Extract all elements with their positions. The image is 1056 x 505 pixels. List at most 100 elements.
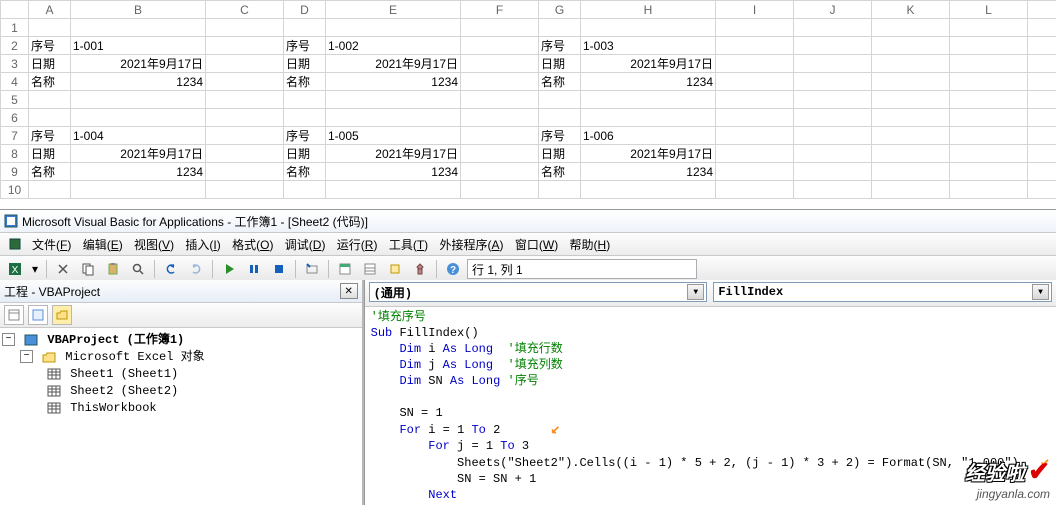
cell[interactable]: 1234 [581,73,716,91]
row-header[interactable]: 6 [1,109,29,127]
cell[interactable]: 日期 [539,55,581,73]
cell[interactable]: 序号 [539,37,581,55]
column-header[interactable]: K [872,1,950,19]
cell[interactable] [872,73,950,91]
menu-r[interactable]: 运行(R) [333,236,385,254]
tree-item-sheet1[interactable]: Sheet1 (Sheet1) [2,366,360,383]
column-header[interactable]: J [794,1,872,19]
row-header[interactable]: 1 [1,19,29,37]
cell[interactable]: 1234 [71,163,206,181]
column-header[interactable]: E [326,1,461,19]
column-header[interactable]: B [71,1,206,19]
cell[interactable] [1028,37,1056,55]
cell[interactable] [29,19,71,37]
cell[interactable]: 1-005 [326,127,461,145]
close-icon[interactable]: ✕ [340,283,358,299]
cell[interactable] [872,163,950,181]
cell[interactable] [326,181,461,199]
cell[interactable] [872,55,950,73]
cell[interactable]: 序号 [29,37,71,55]
cut-icon[interactable] [52,258,74,280]
cell[interactable]: 2021年9月17日 [326,145,461,163]
cell[interactable] [872,91,950,109]
column-header[interactable]: G [539,1,581,19]
row-header[interactable]: 10 [1,181,29,199]
cell[interactable] [716,181,794,199]
undo-icon[interactable] [160,258,182,280]
code-pane[interactable]: (通用) ▼ FillIndex ▼ '填充序号 Sub FillIndex()… [364,280,1056,505]
cell[interactable] [1028,145,1056,163]
cell[interactable] [794,127,872,145]
cell[interactable] [1028,163,1056,181]
cell[interactable] [581,181,716,199]
row-header[interactable]: 4 [1,73,29,91]
design-mode-icon[interactable] [301,258,323,280]
help-icon[interactable]: ? [442,258,464,280]
cell[interactable] [794,73,872,91]
cell[interactable] [1028,73,1056,91]
menu-i[interactable]: 插入(I) [181,236,228,254]
cell[interactable] [872,109,950,127]
cell[interactable] [950,163,1028,181]
cell[interactable]: 1-003 [581,37,716,55]
run-icon[interactable] [218,258,240,280]
cell[interactable]: 1234 [581,163,716,181]
cell[interactable] [461,163,539,181]
row-header[interactable]: 5 [1,91,29,109]
row-header[interactable]: 7 [1,127,29,145]
cell[interactable]: 日期 [539,145,581,163]
cell[interactable] [950,91,1028,109]
cell[interactable] [716,127,794,145]
properties-icon[interactable] [359,258,381,280]
find-icon[interactable] [127,258,149,280]
menu-w[interactable]: 窗口(W) [511,236,566,254]
column-header[interactable]: L [950,1,1028,19]
cell[interactable] [461,91,539,109]
menu-h[interactable]: 帮助(H) [566,236,615,254]
cell[interactable] [950,181,1028,199]
cell[interactable] [716,73,794,91]
cell[interactable] [950,109,1028,127]
cell[interactable] [326,109,461,127]
cell[interactable] [206,163,284,181]
cell[interactable]: 2021年9月17日 [71,145,206,163]
cell[interactable]: 1234 [326,163,461,181]
cell[interactable] [284,91,326,109]
cell[interactable] [284,19,326,37]
cell[interactable]: 2021年9月17日 [581,55,716,73]
cell[interactable] [872,127,950,145]
cell[interactable] [794,145,872,163]
cell[interactable]: 日期 [29,145,71,163]
cell[interactable] [716,91,794,109]
cell[interactable]: 名称 [29,163,71,181]
tree-folder[interactable]: − Microsoft Excel 对象 [2,349,360,366]
cell[interactable]: 序号 [539,127,581,145]
cell[interactable] [539,91,581,109]
cell[interactable] [29,181,71,199]
cell[interactable] [71,91,206,109]
cell[interactable] [539,19,581,37]
cell[interactable]: 名称 [284,73,326,91]
tree-item-sheet2[interactable]: Sheet2 (Sheet2) [2,383,360,400]
vba-toolbar[interactable]: X ▾ ? 行 1, 列 1 [0,256,1056,283]
cell[interactable]: 名称 [29,73,71,91]
cell[interactable] [1028,19,1056,37]
cell[interactable] [326,19,461,37]
cell[interactable] [71,19,206,37]
menu-f[interactable]: 文件(F) [28,236,79,254]
column-header[interactable]: M [1028,1,1056,19]
menu-d[interactable]: 调试(D) [281,236,333,254]
cell[interactable]: 1234 [71,73,206,91]
select-all-corner[interactable] [1,1,29,19]
redo-icon[interactable] [185,258,207,280]
cell[interactable] [794,109,872,127]
cell[interactable] [716,55,794,73]
row-header[interactable]: 9 [1,163,29,181]
tree-item-thisworkbook[interactable]: ThisWorkbook [2,400,360,417]
collapse-icon[interactable]: − [20,350,33,363]
vba-system-icon[interactable] [4,233,26,255]
reset-icon[interactable] [268,258,290,280]
spreadsheet-grid[interactable]: ABCDEFGHIJKLMN 12序号1-001序号1-002序号1-0033日… [0,0,1056,199]
cell[interactable] [794,181,872,199]
column-header[interactable]: I [716,1,794,19]
